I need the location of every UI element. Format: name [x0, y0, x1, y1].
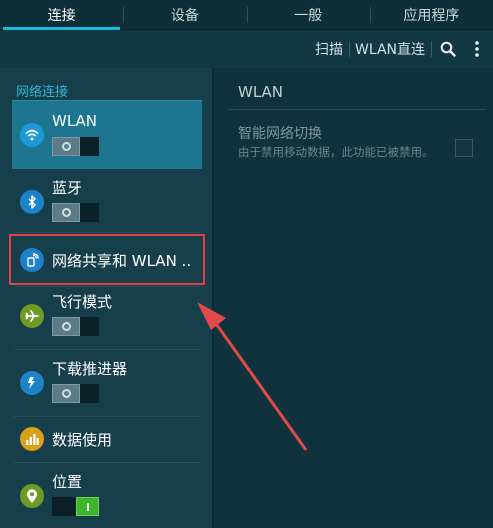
scan-button[interactable]: 扫描 — [309, 30, 349, 68]
tab-connections[interactable]: 连接 — [0, 0, 123, 30]
bluetooth-toggle[interactable] — [52, 203, 99, 222]
sidebar-item-label: 蓝牙 — [52, 179, 83, 197]
data-usage-icon — [20, 427, 44, 451]
sidebar-item-label: 飞行模式 — [52, 293, 113, 311]
more-options-button[interactable] — [465, 30, 489, 68]
airplane-icon — [20, 304, 44, 328]
more-vert-icon — [475, 41, 479, 57]
tab-general[interactable]: 一般 — [246, 0, 370, 30]
smart-network-switch-checkbox[interactable] — [455, 139, 473, 157]
sidebar-item-data-usage[interactable]: 数据使用 — [12, 417, 202, 463]
sidebar-item-download-booster[interactable]: 下载推进器 — [12, 350, 202, 416]
sidebar-item-bluetooth[interactable]: 蓝牙 — [12, 169, 202, 233]
wlan-direct-button[interactable]: WLAN直连 — [348, 30, 431, 68]
sidebar-item-location[interactable]: 位置 — [12, 463, 202, 528]
detail-divider — [228, 109, 486, 110]
wlan-toggle[interactable] — [52, 137, 99, 156]
sidebar-item-label: 下载推进器 — [52, 360, 128, 378]
highlight-box — [9, 234, 205, 285]
bluetooth-icon — [20, 190, 44, 214]
item-divider — [14, 232, 200, 233]
sidebar-item-wlan[interactable]: WLAN — [12, 101, 202, 169]
smart-network-switch-description: 由于禁用移动数据，此功能已被禁用。 — [238, 145, 434, 159]
tab-device[interactable]: 设备 — [123, 0, 246, 30]
detail-title: WLAN — [238, 83, 284, 101]
location-icon — [20, 484, 44, 508]
sidebar-item-airplane-mode[interactable]: 飞行模式 — [12, 287, 202, 349]
download-booster-toggle[interactable] — [52, 384, 99, 403]
wifi-icon — [20, 123, 44, 147]
top-tabs: 连接 设备 一般 应用程序 — [0, 0, 493, 30]
sidebar-item-label: WLAN — [52, 112, 98, 130]
sidebar-item-label: 数据使用 — [52, 431, 113, 449]
section-header: 网络连接 — [16, 85, 69, 100]
sidebar-item-label: 位置 — [52, 473, 83, 491]
smart-network-switch-title: 智能网络切换 — [238, 126, 322, 142]
airplane-mode-toggle[interactable] — [52, 317, 99, 336]
action-bar: 扫描 WLAN直连 — [0, 30, 493, 68]
location-toggle[interactable] — [52, 497, 99, 516]
tab-applications[interactable]: 应用程序 — [369, 0, 493, 30]
panel-divider — [212, 68, 214, 528]
search-button[interactable] — [431, 30, 465, 68]
download-booster-icon — [20, 371, 44, 395]
search-icon — [440, 41, 456, 57]
